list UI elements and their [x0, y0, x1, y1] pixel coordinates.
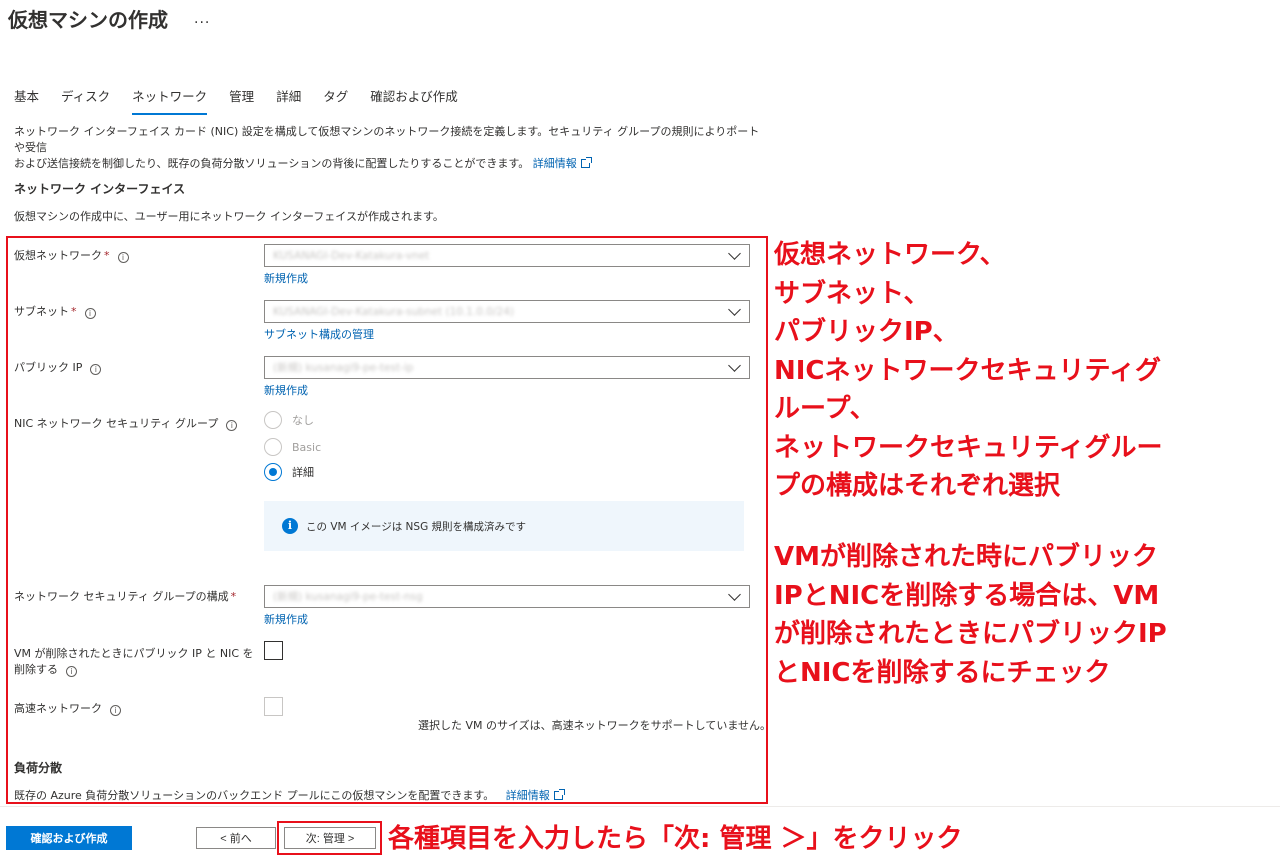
learn-more-link[interactable]: 詳細情報: [533, 157, 577, 170]
chevron-down-icon: [728, 247, 741, 260]
next-management-button[interactable]: 次: 管理 >: [284, 827, 376, 849]
radio-option-none[interactable]: なし: [264, 411, 314, 429]
radio-option-advanced[interactable]: 詳細: [264, 463, 314, 481]
vnet-select[interactable]: KUSANAGI-Dev-Katakura-vnet: [264, 244, 750, 267]
external-link-icon: [553, 789, 565, 800]
nsg-config-label: ネットワーク セキュリティ グループの構成 *: [14, 590, 237, 603]
vnet-label: 仮想ネットワーク * i: [14, 248, 129, 264]
radio-option-basic[interactable]: Basic: [264, 438, 321, 456]
tab-tags[interactable]: タグ: [323, 86, 348, 115]
tab-networking[interactable]: ネットワーク: [132, 86, 208, 115]
nsg-info-message: i この VM イメージは NSG 規則を構成済みです: [264, 501, 744, 551]
chevron-down-icon: [728, 588, 741, 601]
tab-management[interactable]: 管理: [229, 86, 254, 115]
chevron-down-icon: [728, 303, 741, 316]
tab-bar: 基本 ディスク ネットワーク 管理 詳細 タグ 確認および作成: [14, 86, 480, 115]
nic-section-description: 仮想マシンの作成中に、ユーザー用にネットワーク インターフェイスが作成されます。: [14, 210, 444, 223]
tab-review-create[interactable]: 確認および作成: [370, 86, 458, 115]
accelerated-networking-label: 高速ネットワーク i: [14, 701, 121, 717]
tab-basics[interactable]: 基本: [14, 86, 39, 115]
chevron-down-icon: [728, 359, 741, 372]
delete-with-vm-checkbox[interactable]: [264, 641, 283, 660]
nic-nsg-label: NIC ネットワーク セキュリティ グループ i: [14, 416, 238, 432]
vnet-create-new-link[interactable]: 新規作成: [264, 270, 308, 286]
tab-advanced[interactable]: 詳細: [276, 86, 301, 115]
nsg-create-new-link[interactable]: 新規作成: [264, 611, 308, 627]
tab-disks[interactable]: ディスク: [61, 86, 110, 115]
intro-line-2: および送信接続を制御したり、既存の負荷分散ソリューションの背後に配置したりするこ…: [14, 156, 764, 172]
nsg-config-select[interactable]: (新規) kusanagi9-pe-test-nsg: [264, 585, 750, 608]
lb-section-description: 既存の Azure 負荷分散ソリューションのバックエンド プールにこの仮想マシン…: [14, 787, 565, 803]
annotation-click-next: 各種項目を入力したら「次: 管理 ＞」をクリック: [388, 824, 963, 854]
delete-with-vm-label: VM が削除されたときにパブリック IP と NIC を 削除する i: [14, 647, 254, 677]
info-icon[interactable]: i: [117, 252, 129, 263]
annotation-delete-option: VMが削除された時にパブリック IPとNICを削除する場合は、VM が削除された…: [774, 542, 1167, 688]
lb-learn-more-link[interactable]: 詳細情報: [506, 789, 550, 802]
manage-subnet-link[interactable]: サブネット構成の管理: [264, 326, 374, 342]
info-icon[interactable]: i: [84, 308, 96, 319]
public-ip-select[interactable]: (新規) kusanagi9-pe-test-ip: [264, 356, 750, 379]
lb-section-heading: 負荷分散: [14, 761, 63, 775]
previous-button[interactable]: < 前へ: [196, 827, 276, 849]
accelerated-networking-note: 選択した VM のサイズは、高速ネットワークをサポートしていません。: [418, 719, 772, 732]
info-icon[interactable]: i: [110, 705, 121, 716]
title-row: 仮想マシンの作成 ···: [8, 4, 210, 33]
footer-divider: [0, 806, 1280, 807]
external-link-icon: [580, 157, 592, 168]
radio-button-checked[interactable]: [264, 463, 282, 481]
annotation-select-each: 仮想ネットワーク、 サブネット、 パブリックIP、 NICネットワークセキュリテ…: [774, 240, 1163, 501]
info-icon[interactable]: i: [66, 666, 77, 677]
accelerated-networking-checkbox[interactable]: [264, 697, 283, 716]
more-options-icon[interactable]: ···: [194, 15, 210, 31]
intro-line-1: ネットワーク インターフェイス カード (NIC) 設定を構成して仮想マシンのネ…: [14, 125, 760, 154]
page-title: 仮想マシンの作成: [8, 8, 168, 32]
subnet-label: サブネット * i: [14, 304, 96, 320]
info-filled-icon: i: [282, 518, 298, 534]
nic-section-heading: ネットワーク インターフェイス: [14, 182, 186, 196]
intro-text: ネットワーク インターフェイス カード (NIC) 設定を構成して仮想マシンのネ…: [14, 124, 764, 172]
radio-button[interactable]: [264, 438, 282, 456]
info-icon[interactable]: i: [90, 364, 102, 375]
subnet-select[interactable]: KUSANAGI-Dev-Katakura-subnet (10.1.0.0/2…: [264, 300, 750, 323]
review-create-button[interactable]: 確認および作成: [6, 826, 132, 850]
public-ip-create-new-link[interactable]: 新規作成: [264, 382, 308, 398]
radio-button[interactable]: [264, 411, 282, 429]
public-ip-label: パブリック IP i: [14, 360, 102, 376]
info-icon[interactable]: i: [226, 420, 238, 431]
